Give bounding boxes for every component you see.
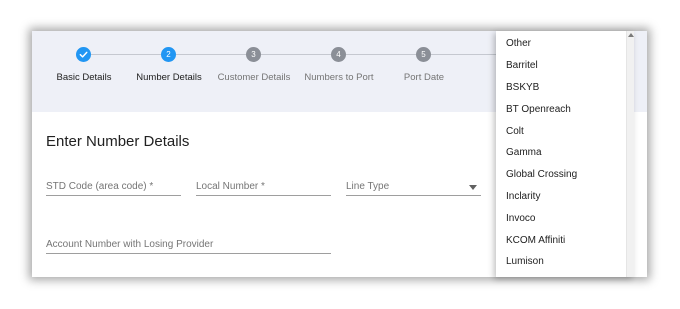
dropdown-option[interactable]: BSKYB	[496, 77, 626, 99]
dropdown-option[interactable]: Barritel	[496, 55, 626, 77]
std-code-placeholder: STD Code (area code) *	[46, 181, 154, 192]
dropdown-option[interactable]: Colt	[496, 120, 626, 142]
dropdown-option[interactable]: BT Openreach	[496, 98, 626, 120]
account-number-field[interactable]: Account Number with Losing Provider	[46, 235, 331, 254]
step-3-circle[interactable]: 3	[246, 47, 261, 62]
step-connector	[91, 54, 161, 55]
dropdown-list: Other Barritel BSKYB BT Openreach Colt G…	[496, 31, 626, 273]
std-code-field[interactable]: STD Code (area code) *	[46, 177, 181, 196]
local-number-field[interactable]: Local Number *	[196, 177, 331, 196]
step-1-circle[interactable]	[76, 47, 91, 62]
step-connector	[261, 54, 331, 55]
dropdown-scrollbar[interactable]	[626, 31, 634, 277]
dropdown-option[interactable]: Other	[496, 33, 626, 55]
line-type-dropdown-menu[interactable]: Other Barritel BSKYB BT Openreach Colt G…	[496, 31, 634, 277]
dropdown-option[interactable]: Global Crossing	[496, 164, 626, 186]
step-4-circle[interactable]: 4	[331, 47, 346, 62]
line-type-placeholder: Line Type	[346, 181, 390, 192]
dropdown-option[interactable]: Inclarity	[496, 186, 626, 208]
arrow-up-icon[interactable]	[628, 33, 634, 37]
line-type-select[interactable]: Line Type	[346, 177, 481, 196]
account-number-placeholder: Account Number with Losing Provider	[46, 239, 214, 250]
step-2-circle[interactable]: 2	[161, 47, 176, 62]
chevron-down-icon[interactable]	[469, 185, 477, 190]
page-title: Enter Number Details	[46, 133, 190, 150]
step-connector	[431, 54, 501, 55]
dropdown-option[interactable]: Gamma	[496, 142, 626, 164]
step-connector	[176, 54, 246, 55]
dropdown-option[interactable]: Invoco	[496, 207, 626, 229]
dropdown-option[interactable]: KCOM Affiniti	[496, 229, 626, 251]
step-connector	[346, 54, 416, 55]
dropdown-option[interactable]: Lumison	[496, 251, 626, 273]
check-icon	[79, 51, 88, 58]
local-number-placeholder: Local Number *	[196, 181, 265, 192]
step-5-circle[interactable]: 5	[416, 47, 431, 62]
